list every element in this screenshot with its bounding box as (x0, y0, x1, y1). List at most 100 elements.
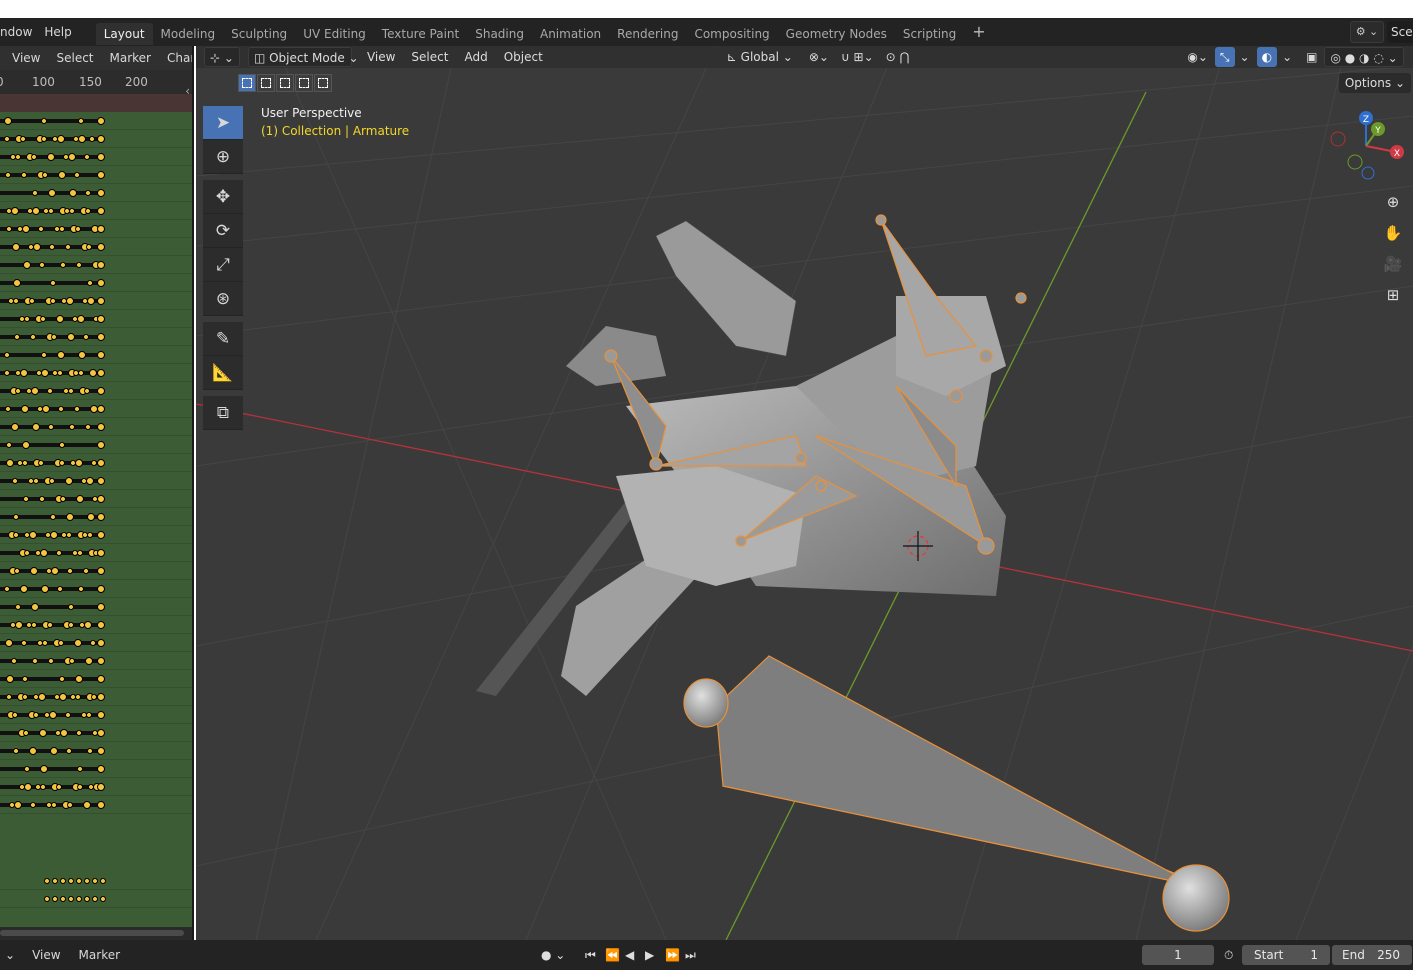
channel-row[interactable] (0, 490, 192, 508)
ds-menu-select[interactable]: Select (48, 46, 101, 70)
channel-row[interactable] (0, 202, 192, 220)
keyframe[interactable] (63, 475, 75, 487)
keyframe[interactable] (95, 763, 107, 775)
keyframe[interactable] (56, 169, 68, 181)
keyframe[interactable] (27, 745, 39, 757)
timeline-menu-view[interactable]: View (26, 940, 66, 970)
keyframe[interactable] (50, 876, 60, 886)
keyframe[interactable] (95, 241, 107, 253)
keyframe[interactable] (49, 565, 61, 577)
channel-row[interactable] (0, 454, 192, 472)
keyframe[interactable] (95, 745, 107, 757)
tab-layout[interactable]: Layout (95, 23, 153, 45)
select-box-tool-icon[interactable]: ➤ (203, 106, 243, 140)
channel-row[interactable] (0, 580, 192, 598)
keyframe[interactable] (29, 601, 41, 613)
shading-modes[interactable]: ◎ ● ◑ ◌ ⌄ (1324, 47, 1404, 67)
keyframe[interactable] (66, 151, 78, 163)
keyframe[interactable] (12, 799, 24, 811)
camera-view-icon[interactable]: 🎥 (1379, 250, 1407, 278)
channel-row[interactable] (0, 742, 192, 760)
select-new-icon[interactable] (238, 74, 256, 92)
ds-menu-marker[interactable]: Marker (102, 46, 159, 70)
channel-row[interactable] (0, 508, 192, 526)
keyframe[interactable] (82, 619, 94, 631)
keyframe[interactable] (98, 876, 108, 886)
keyframe[interactable] (66, 876, 76, 886)
keyframe[interactable] (95, 349, 107, 361)
keyframe[interactable] (95, 457, 107, 469)
keyframe[interactable] (73, 457, 85, 469)
keyframe[interactable] (95, 619, 107, 631)
keyframe[interactable] (76, 133, 88, 145)
ortho-grid-icon[interactable]: ⊞ (1379, 281, 1407, 309)
transform-tool-icon[interactable]: ⊛ (203, 282, 243, 316)
channel-row[interactable] (0, 112, 192, 130)
keyframe[interactable] (30, 421, 42, 433)
keyframe[interactable] (95, 133, 107, 145)
channel-row[interactable] (0, 616, 192, 634)
channel-row[interactable] (0, 400, 192, 418)
overlay-toggle-icon[interactable]: ◐ (1256, 47, 1278, 67)
channel-row[interactable] (0, 706, 192, 724)
keyframe[interactable] (95, 691, 107, 703)
transform-orientation-select[interactable]: ⊾ Global ⌄ (722, 47, 798, 67)
tab-geometry-nodes[interactable]: Geometry Nodes (778, 23, 895, 45)
keyframe[interactable] (95, 187, 107, 199)
overlay-dropdown-icon[interactable]: ⌄ (1277, 47, 1297, 67)
keyframe[interactable] (21, 259, 33, 271)
vp-menu-view[interactable]: View (362, 47, 400, 67)
tab-shading[interactable]: Shading (467, 23, 532, 45)
keyframe[interactable] (22, 781, 34, 793)
keyframe[interactable] (95, 115, 107, 127)
preview-range-clock-icon[interactable]: ⏱ (1219, 948, 1238, 963)
channel-row[interactable] (0, 292, 192, 310)
horizontal-scrollbar[interactable] (0, 930, 184, 936)
keyframe[interactable] (76, 349, 88, 361)
channel-row[interactable] (0, 760, 192, 778)
select-extend-icon[interactable] (257, 74, 275, 92)
channel-row[interactable] (0, 346, 192, 364)
mode-select[interactable]: ◫ Object Mode ⌄ (247, 47, 359, 67)
scene-name-field[interactable]: Sce (1387, 21, 1413, 43)
keyframe[interactable] (20, 439, 32, 451)
channel-row[interactable] (0, 274, 192, 292)
keyframe[interactable] (95, 799, 107, 811)
keyframe[interactable] (4, 673, 16, 685)
keyframe[interactable] (39, 367, 51, 379)
gizmo-toggle-icon[interactable]: ⤡ (1214, 47, 1235, 67)
options-dropdown[interactable]: Options ⌄ (1338, 73, 1411, 93)
tab-scripting[interactable]: Scripting (895, 23, 964, 45)
keyframe[interactable] (48, 529, 60, 541)
keyframe[interactable] (42, 876, 52, 886)
keyframe[interactable] (18, 583, 30, 595)
move-tool-icon[interactable]: ✥ (203, 180, 243, 214)
menu-help[interactable]: Help (38, 18, 77, 46)
3d-viewport[interactable]: Z Y X ⊹ ⌄ ◫ Object Mode ⌄ View Select Ad… (196, 46, 1413, 940)
tab-sculpting[interactable]: Sculpting (223, 23, 295, 45)
menu-window[interactable]: ndow (0, 18, 38, 46)
keyframe[interactable] (90, 894, 100, 904)
keyframe[interactable] (57, 691, 69, 703)
channel-row[interactable] (0, 382, 192, 400)
keyframe[interactable] (95, 169, 107, 181)
keyframe[interactable] (84, 475, 96, 487)
add-cube-tool-icon[interactable]: ⧉ (203, 396, 243, 430)
channel-row[interactable] (0, 310, 192, 328)
channel-row[interactable] (0, 526, 192, 544)
frame-ruler[interactable]: 0 100 150 200 ‹ (0, 70, 192, 98)
channel-row[interactable] (0, 796, 192, 814)
keyframe[interactable] (95, 277, 107, 289)
snap-icon[interactable]: ∪ ⊞⌄ (836, 47, 879, 67)
channel-row[interactable] (0, 472, 192, 490)
keyframe[interactable] (64, 511, 76, 523)
keyframe[interactable] (54, 313, 66, 325)
timeline-menu-marker[interactable]: Marker (73, 940, 126, 970)
keyframe[interactable] (13, 619, 25, 631)
vp-menu-object[interactable]: Object (499, 47, 548, 67)
keyframe[interactable] (31, 241, 43, 253)
xray-icon[interactable]: ▣ (1301, 47, 1322, 67)
keyframe[interactable] (45, 151, 57, 163)
keyframe[interactable] (95, 403, 107, 415)
tab-rendering[interactable]: Rendering (609, 23, 686, 45)
